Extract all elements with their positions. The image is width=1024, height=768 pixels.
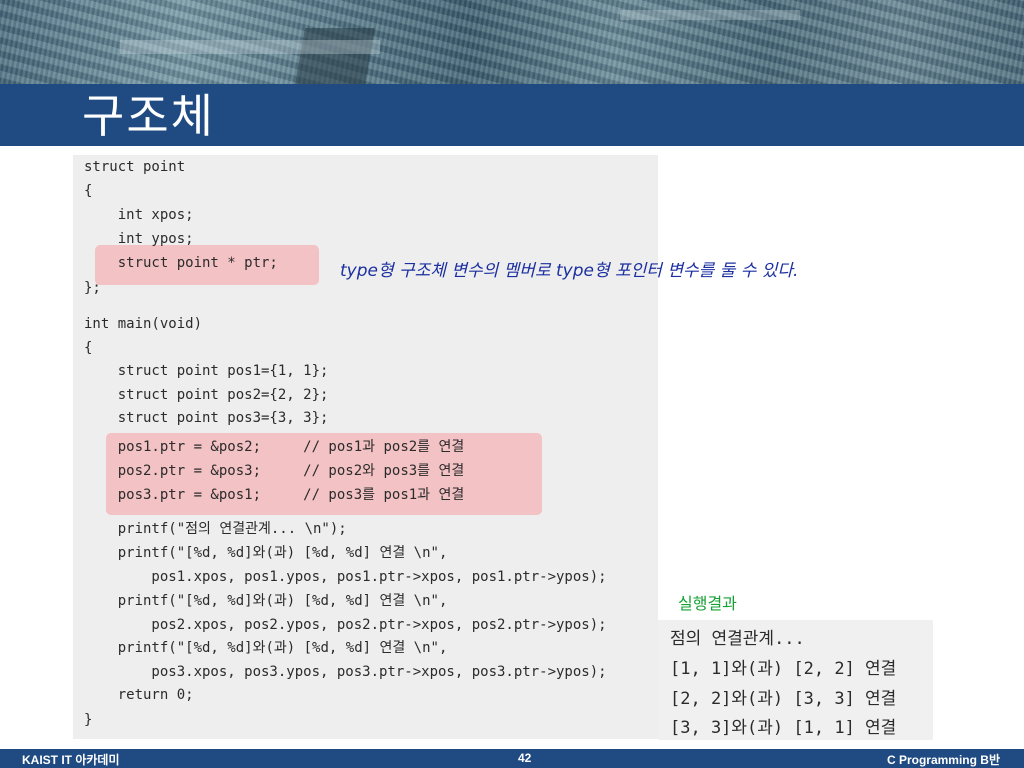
output-line: [2, 2]와(과) [3, 3] 연결 (670, 689, 897, 709)
code-line: printf("[%d, %d]와(과) [%d, %d] 연결 \n", (84, 640, 448, 656)
footer-course: C Programming B반 (886, 753, 1000, 767)
code-line: }; (84, 280, 101, 296)
code-line: int main(void) (84, 316, 203, 332)
code-line: pos1.xpos, pos1.ypos, pos1.ptr->xpos, po… (84, 569, 607, 585)
header-texture (0, 0, 1024, 84)
code-line: printf("[%d, %d]와(과) [%d, %d] 연결 \n", (84, 593, 448, 609)
texture-streak (620, 10, 800, 20)
code-line: struct point pos3={3, 3}; (84, 410, 329, 426)
code-line: pos2.xpos, pos2.ypos, pos2.ptr->xpos, po… (84, 617, 607, 633)
code-line: printf("점의 연결관계... \n"); (84, 521, 347, 537)
code-line: pos3.xpos, pos3.ypos, pos3.ptr->xpos, po… (84, 664, 607, 680)
code-line: printf("[%d, %d]와(과) [%d, %d] 연결 \n", (84, 545, 448, 561)
code-line: pos3.ptr = &pos1; // pos3를 pos1과 연결 (84, 487, 465, 503)
texture-streak (295, 28, 375, 84)
code-line: { (84, 340, 93, 356)
code-line: struct point pos2={2, 2}; (84, 387, 329, 403)
footer-organization: KAIST IT 아카데미 (22, 753, 120, 767)
footer-bar (0, 749, 1024, 768)
slide-title: 구조체 (82, 89, 215, 143)
code-line: pos2.ptr = &pos3; // pos2와 pos3를 연결 (84, 463, 465, 479)
code-line: struct point * ptr; (84, 255, 278, 271)
output-line: 점의 연결관계... (670, 629, 805, 649)
code-line: int ypos; (84, 231, 194, 247)
page-number: 42 (518, 751, 532, 765)
code-line: pos1.ptr = &pos2; // pos1과 pos2를 연결 (84, 439, 465, 455)
code-line: struct point (84, 159, 186, 175)
code-line: struct point pos1={1, 1}; (84, 363, 329, 379)
result-label: 실행결과 (678, 594, 737, 613)
output-line: [1, 1]와(과) [2, 2] 연결 (670, 659, 897, 679)
code-line: } (84, 712, 93, 728)
code-line: int xpos; (84, 207, 194, 223)
annotation-note: type형 구조체 변수의 멤버로 type형 포인터 변수를 둘 수 있다. (340, 261, 799, 281)
code-line: { (84, 183, 93, 199)
texture-streak (120, 40, 380, 54)
output-line: [3, 3]와(과) [1, 1] 연결 (670, 718, 897, 738)
code-line: return 0; (84, 687, 194, 703)
